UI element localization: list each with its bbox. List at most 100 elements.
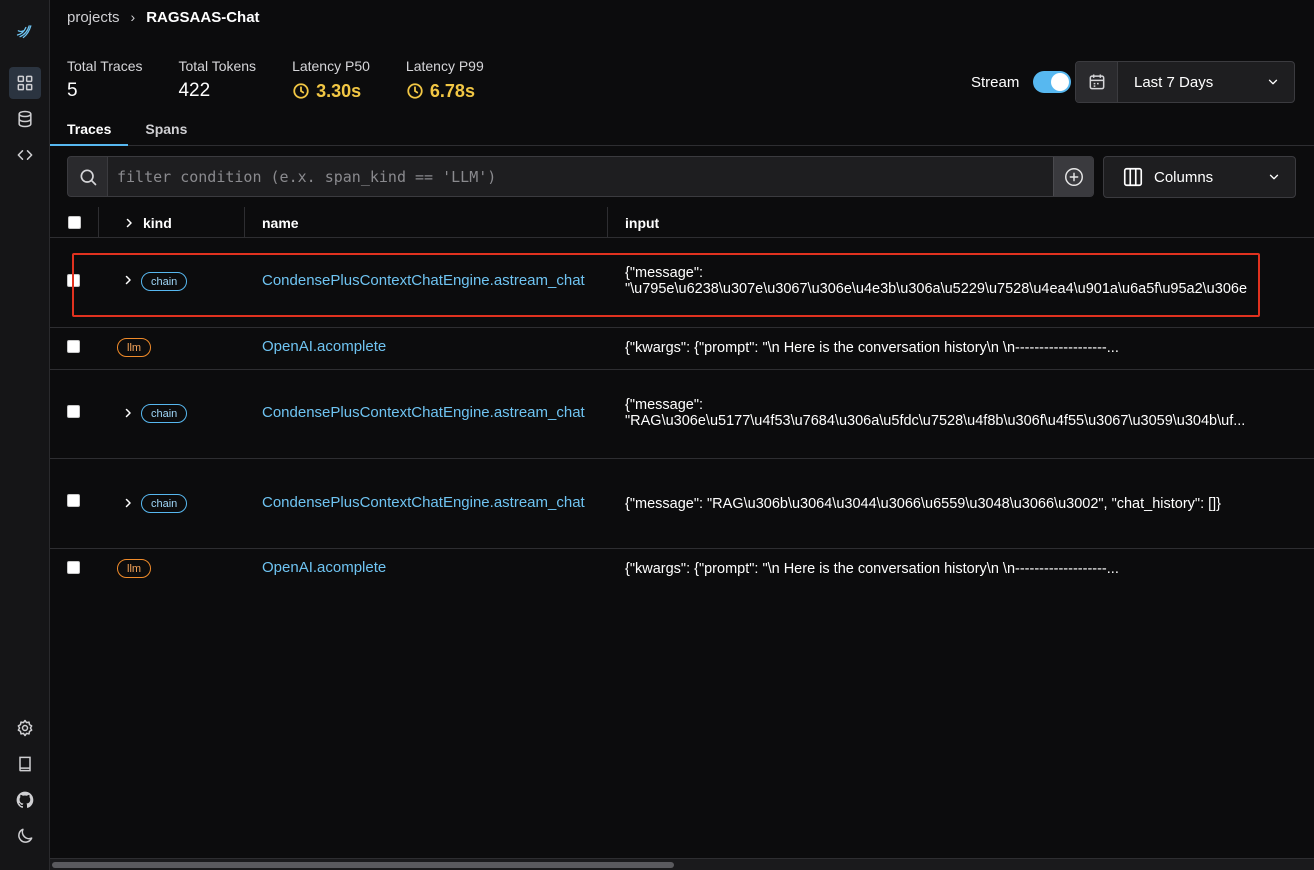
time-range-select[interactable]: Last 7 Days <box>1075 61 1295 103</box>
trace-name-link[interactable]: OpenAI.acomplete <box>262 559 386 576</box>
input-line: {"message": <box>625 397 704 413</box>
stat-total-traces: Total Traces 5 <box>67 58 142 102</box>
filter-bar <box>67 156 1094 197</box>
chevron-right-icon[interactable] <box>123 217 135 229</box>
stream-toggle[interactable] <box>1033 71 1072 93</box>
calendar-icon <box>1076 62 1118 102</box>
header-name[interactable]: name <box>245 207 608 238</box>
scrollbar-thumb[interactable] <box>52 862 674 868</box>
moon-icon[interactable] <box>9 820 41 852</box>
breadcrumb-projects[interactable]: projects <box>67 9 120 26</box>
tab-spans[interactable]: Spans <box>128 116 204 146</box>
latency-value: 3.30s <box>316 80 362 101</box>
kind-badge-label: llm <box>117 338 152 357</box>
row-checkbox[interactable] <box>67 561 80 574</box>
gear-icon[interactable] <box>9 712 41 744</box>
filter-condition-input[interactable] <box>108 157 1053 196</box>
row-checkbox[interactable] <box>67 405 80 418</box>
input-line: {"kwargs": {"prompt": "\n Here is the co… <box>625 340 1119 356</box>
kind-badge: chain <box>141 494 188 513</box>
header-label: kind <box>143 214 172 231</box>
header-kind[interactable]: kind <box>99 207 245 238</box>
kind-badge-label: chain <box>141 404 188 423</box>
header-input[interactable]: input <box>608 207 1314 238</box>
columns-button[interactable]: Columns <box>1103 156 1296 198</box>
row-select <box>67 561 80 574</box>
trace-name-cell: CondensePlusContextChatEngine.astream_ch… <box>262 404 585 421</box>
columns-icon <box>1123 167 1143 187</box>
github-icon[interactable] <box>9 784 41 816</box>
header-label: name <box>262 214 299 231</box>
stat-total-tokens: Total Tokens 422 <box>178 58 256 102</box>
breadcrumb-current: RAGSAAS-Chat <box>146 8 260 26</box>
header-select-all <box>50 207 99 238</box>
plus-circle-icon <box>1064 167 1083 186</box>
chevron-right-icon[interactable] <box>122 407 134 419</box>
main-content: projects › RAGSAAS-Chat Total Traces 5 T… <box>50 0 1314 870</box>
stat-label: Latency P99 <box>405 58 484 74</box>
trace-input-cell: {"message": "RAG\u306e\u5177\u4f53\u7684… <box>625 397 1314 429</box>
kind-badge-label: chain <box>141 494 188 513</box>
stream-control: Stream <box>971 71 1072 93</box>
add-filter-button[interactable] <box>1053 157 1093 196</box>
stream-label: Stream <box>971 73 1020 91</box>
trace-input-cell: {"message": "RAG\u306b\u3064\u3044\u3066… <box>625 496 1314 512</box>
breadcrumb-separator: › <box>130 9 136 25</box>
clock-icon <box>293 83 309 99</box>
kind-badge: llm <box>117 559 152 578</box>
trace-name-link[interactable]: CondensePlusContextChatEngine.astream_ch… <box>262 494 585 511</box>
tab-bar: Traces Spans <box>50 116 1314 146</box>
trace-name-cell: CondensePlusContextChatEngine.astream_ch… <box>262 494 585 511</box>
horizontal-scrollbar[interactable] <box>50 858 1314 870</box>
breadcrumb: projects › RAGSAAS-Chat <box>67 7 260 27</box>
table-row[interactable]: llm OpenAI.acomplete {"kwargs": {"prompt… <box>50 328 1314 370</box>
trace-name-link[interactable]: OpenAI.acomplete <box>262 338 386 355</box>
row-checkbox[interactable] <box>67 340 80 353</box>
trace-input-cell: {"kwargs": {"prompt": "\n Here is the co… <box>625 561 1314 577</box>
input-line: {"message": "RAG\u306b\u3064\u3044\u3066… <box>625 496 1222 512</box>
select-all-checkbox[interactable] <box>67 216 81 229</box>
stat-value: 422 <box>178 80 211 101</box>
trace-name-cell: OpenAI.acomplete <box>262 338 386 355</box>
sidebar <box>0 0 50 870</box>
input-line: "RAG\u306e\u5177\u4f53\u7684\u306a\u5fdc… <box>625 413 1246 429</box>
stat-value: 5 <box>67 80 78 101</box>
kind-badge: llm <box>117 338 152 357</box>
highlight-annotation <box>72 253 1260 317</box>
row-select <box>67 494 80 507</box>
table-row[interactable]: chain CondensePlusContextChatEngine.astr… <box>50 370 1314 459</box>
stat-label: Total Traces <box>67 58 143 74</box>
stat-label: Latency P50 <box>292 58 370 74</box>
table-row[interactable]: llm OpenAI.acomplete {"kwargs": {"prompt… <box>50 549 1314 591</box>
clock-icon <box>407 83 423 99</box>
row-select <box>67 405 80 418</box>
columns-label: Columns <box>1154 168 1214 186</box>
search-icon <box>68 157 108 196</box>
chevron-down-icon <box>1268 79 1278 85</box>
database-icon[interactable] <box>9 103 41 135</box>
trace-name-cell: OpenAI.acomplete <box>262 559 386 576</box>
grid-icon[interactable] <box>9 67 41 99</box>
table-row[interactable]: chain CondensePlusContextChatEngine.astr… <box>50 459 1314 549</box>
chevron-right-icon[interactable] <box>122 497 134 509</box>
code-icon[interactable] <box>9 139 41 171</box>
bird-logo-icon[interactable] <box>9 14 41 46</box>
input-line: {"kwargs": {"prompt": "\n Here is the co… <box>625 561 1119 577</box>
stats-bar: Total Traces 5 Total Tokens 422 Latency … <box>67 58 520 102</box>
tab-traces[interactable]: Traces <box>50 116 129 146</box>
latency-value: 6.78s <box>429 80 475 101</box>
table-header: kind name input <box>50 207 1314 238</box>
kind-badge: chain <box>141 404 188 423</box>
toggle-knob <box>1051 73 1070 91</box>
time-range-value: Last 7 Days <box>1134 73 1214 91</box>
stat-latency-p50: Latency P50 3.30s <box>292 58 370 102</box>
header-label: input <box>625 214 660 231</box>
chevron-down-icon <box>1269 174 1279 180</box>
stat-latency-p99: Latency P99 6.78s <box>406 58 484 102</box>
book-icon[interactable] <box>9 748 41 780</box>
stat-value-latency: 6.78s <box>406 80 484 102</box>
row-select <box>67 340 80 353</box>
row-checkbox[interactable] <box>67 494 80 507</box>
stat-value-latency: 3.30s <box>292 80 370 102</box>
trace-name-link[interactable]: CondensePlusContextChatEngine.astream_ch… <box>262 404 585 421</box>
